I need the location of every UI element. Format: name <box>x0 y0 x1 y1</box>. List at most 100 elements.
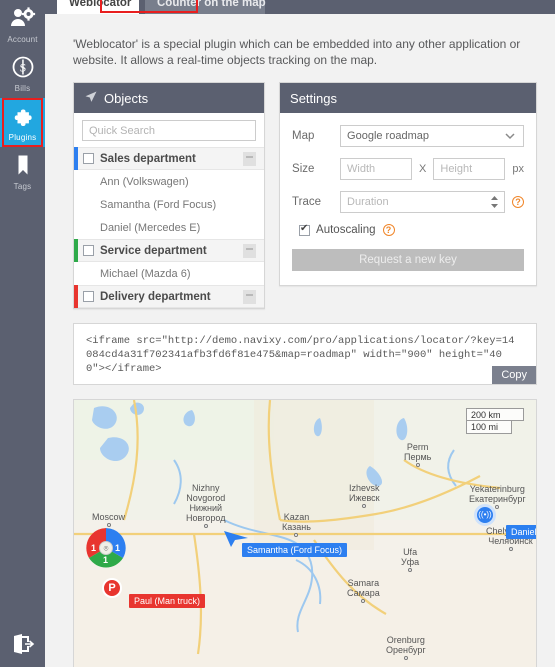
map-scale-control: 200 km 100 mi <box>466 408 524 434</box>
autoscaling-row: Autoscaling ? <box>294 223 524 236</box>
map-cluster-marker[interactable]: 1 1 1 ⌾ <box>86 528 126 568</box>
scale-mi-label: 100 mi <box>466 421 512 434</box>
size-separator: X <box>419 163 427 175</box>
city-dot-icon <box>408 568 413 572</box>
trace-row: Trace ? <box>292 191 524 213</box>
autoscaling-checkbox[interactable] <box>299 223 311 236</box>
group-label: Service department <box>100 244 207 257</box>
group-collapse-button[interactable] <box>243 152 257 166</box>
puzzle-piece-icon <box>10 104 36 130</box>
chevron-down-icon <box>504 130 516 145</box>
objects-panel: Objects Sales department Ann (Volkswagen)… <box>73 82 266 309</box>
px-label: px <box>512 163 524 175</box>
group-checkbox[interactable] <box>83 153 94 164</box>
sidebar-item-account[interactable]: Account <box>0 0 45 49</box>
sidebar-item-tags[interactable]: Tags <box>0 147 45 196</box>
tab-bar: Weblocator Counter on the map <box>45 0 555 14</box>
settings-panel: Settings Map Google roadmap Size Width X… <box>279 82 537 286</box>
trace-help-icon[interactable]: ? <box>512 196 524 208</box>
logout-icon <box>11 632 35 659</box>
request-new-key-button[interactable]: Request a new key <box>292 249 524 271</box>
map-type-value: Google roadmap <box>347 130 429 142</box>
map-city-label: Ufa Уфа <box>401 547 419 572</box>
trace-label: Trace <box>292 196 322 208</box>
city-dot-icon <box>203 524 208 528</box>
cluster-count-red: 1 <box>91 543 97 553</box>
cluster-count-green: 1 <box>103 555 109 565</box>
objects-panel-header: Objects <box>74 83 265 113</box>
city-dot-icon <box>415 463 420 467</box>
object-row[interactable]: Samantha (Ford Focus) <box>74 193 265 216</box>
intro-text: 'Weblocator' is a special plugin which c… <box>73 37 521 67</box>
group-row[interactable]: Sales department <box>74 147 265 170</box>
map-city-label: Perm Пермь <box>404 442 431 467</box>
group-collapse-button[interactable] <box>243 244 257 258</box>
copy-button[interactable]: Copy <box>492 366 536 384</box>
city-dot-icon <box>294 533 299 537</box>
width-input[interactable] <box>340 158 413 180</box>
group-checkbox[interactable] <box>83 245 94 256</box>
map-city-label: Samara Самара <box>347 578 380 603</box>
logout-button[interactable] <box>0 632 45 659</box>
group-row[interactable]: Delivery department <box>74 285 265 308</box>
object-row[interactable]: Ann (Volkswagen) <box>74 170 265 193</box>
settings-panel-title: Settings <box>290 90 338 106</box>
sidebar-item-label: Account <box>7 35 38 44</box>
cluster-center-icon: ⌾ <box>99 541 113 555</box>
map-city-label: Orenburg Оренбург <box>386 635 426 660</box>
size-label: Size <box>292 163 315 175</box>
map-label-daniel[interactable]: Daniel <box>506 525 536 539</box>
sidebar-item-label: Bills <box>14 84 31 93</box>
objects-list: Sales department Ann (Volkswagen)Samantha… <box>74 113 265 308</box>
object-row[interactable]: Michael (Mazda 6) <box>74 262 265 285</box>
map-marker-daniel[interactable]: ((•)) <box>474 504 496 526</box>
map-preview[interactable]: Moscow Nizhny Novgorod Нижний Новгород Kazan К… <box>73 399 537 667</box>
group-label: Delivery department <box>100 290 211 303</box>
settings-panel-header: Settings <box>280 83 536 113</box>
group-label: Sales department <box>100 152 196 165</box>
group-checkbox[interactable] <box>83 291 94 302</box>
map-marker-paul[interactable]: P <box>102 578 122 598</box>
sidebar-item-plugins[interactable]: Plugins <box>0 98 45 147</box>
scale-km-label: 200 km <box>466 408 524 421</box>
spinner-arrows-icon[interactable] <box>490 195 499 209</box>
trace-wrapper <box>340 191 505 213</box>
groups-container: Sales department Ann (Volkswagen) Samantha… <box>74 147 265 308</box>
city-dot-icon <box>106 523 111 527</box>
cluster-count-blue: 1 <box>115 543 121 553</box>
trace-input[interactable] <box>340 191 505 213</box>
sidebar-item-label: Tags <box>13 182 32 191</box>
settings-body: Map Google roadmap Size X <box>280 113 536 285</box>
map-label: Map <box>292 130 315 142</box>
group-collapse-button[interactable] <box>243 290 257 304</box>
objects-panel-title: Objects <box>104 90 149 106</box>
map-type-select[interactable]: Google roadmap <box>340 125 524 147</box>
map-label-samantha[interactable]: Samantha (Ford Focus) <box>242 543 348 557</box>
map-label-paul[interactable]: Paul (Man truck) <box>129 594 206 608</box>
search-input[interactable] <box>82 120 257 141</box>
city-dot-icon <box>362 504 367 508</box>
embed-code-text[interactable]: <iframe src="http://demo.navixy.com/pro/… <box>86 334 520 376</box>
object-row[interactable]: Daniel (Mercedes E) <box>74 216 265 239</box>
navigation-arrow-icon <box>84 90 98 107</box>
group-row[interactable]: Service department <box>74 239 265 262</box>
tab-counter-on-the-map[interactable]: Counter on the map <box>145 0 266 14</box>
city-dot-icon <box>508 547 513 551</box>
autoscaling-help-icon[interactable]: ? <box>382 224 395 236</box>
panels-row: Objects Sales department Ann (Volkswagen)… <box>73 82 537 309</box>
map-city-label: Kazan Казань <box>282 512 311 537</box>
autoscaling-label: Autoscaling <box>316 224 376 236</box>
size-row: Size X px <box>292 158 524 180</box>
map-city-label: Moscow <box>92 512 125 527</box>
tab-weblocator[interactable]: Weblocator <box>57 0 139 14</box>
sidebar-item-bills[interactable]: S Bills <box>0 49 45 98</box>
city-dot-icon <box>403 656 408 660</box>
main-content: 'Weblocator' is a special plugin which c… <box>45 14 555 667</box>
sidebar: Account S Bills Plugins Tags <box>0 0 45 667</box>
bookmark-icon <box>10 153 36 179</box>
height-input[interactable] <box>433 158 506 180</box>
sidebar-item-label: Plugins <box>8 133 37 142</box>
account-gear-icon <box>10 6 36 32</box>
dollar-coin-icon: S <box>10 55 36 81</box>
search-wrapper <box>74 113 265 147</box>
